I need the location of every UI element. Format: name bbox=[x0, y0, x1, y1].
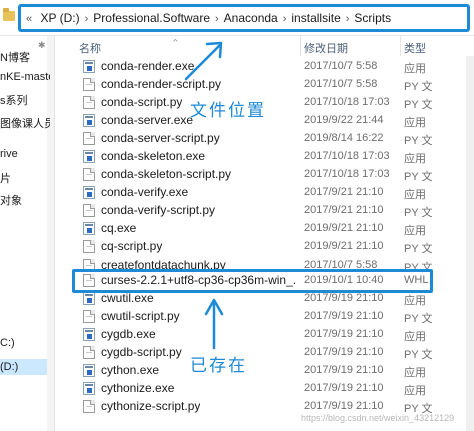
annotation-already-exists: 已存在 bbox=[190, 356, 247, 376]
file-explorer-window: « XP (D:) › Professional.Software › Anaconda… bbox=[0, 0, 474, 431]
annotation-file-location: 文件位置 bbox=[190, 101, 266, 121]
watermark: https://blog.csdn.net/weixin_43212129 bbox=[301, 413, 455, 423]
